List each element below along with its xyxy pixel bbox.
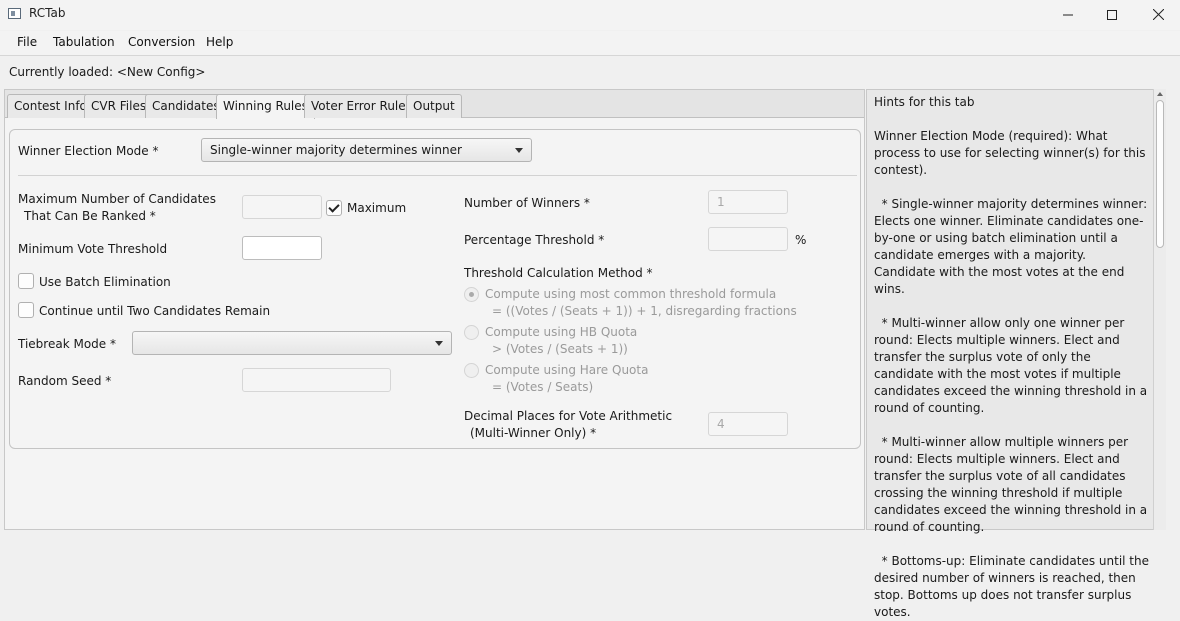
number-of-winners-input[interactable]: 1	[708, 190, 788, 214]
percentage-threshold-label: Percentage Threshold *	[464, 233, 605, 247]
continue-until-two-label: Continue until Two Candidates Remain	[39, 304, 271, 318]
random-seed-label: Random Seed *	[18, 374, 112, 388]
close-button[interactable]	[1135, 0, 1180, 30]
maximum-checkbox-label: Maximum	[347, 201, 407, 215]
menu-tabulation[interactable]: Tabulation	[53, 35, 115, 49]
threshold-common-label: Compute using most common threshold form…	[485, 287, 777, 301]
min-vote-threshold-input[interactable]	[242, 236, 322, 260]
max-candidates-label: Maximum Number of Candidates	[18, 192, 216, 206]
continue-until-two-checkbox[interactable]	[18, 302, 34, 318]
maximize-icon	[1107, 10, 1117, 20]
winner-mode-select[interactable]: Single-winner majority determines winner	[201, 138, 532, 162]
chevron-down-icon	[435, 341, 443, 346]
menu-help[interactable]: Help	[206, 35, 233, 49]
min-vote-threshold-label: Minimum Vote Threshold	[18, 242, 168, 256]
app-icon	[8, 8, 21, 19]
maximum-checkbox[interactable]	[326, 200, 342, 216]
currently-loaded-status: Currently loaded: <New Config>	[9, 65, 206, 79]
threshold-hare-formula: = (Votes / Seats)	[492, 380, 594, 394]
title-bar: RCTab	[0, 0, 1180, 30]
tab-winning-rules[interactable]: Winning Rules	[216, 94, 315, 119]
percentage-threshold-input[interactable]	[708, 227, 788, 251]
tiebreak-mode-label: Tiebreak Mode *	[18, 337, 116, 351]
tab-strip: Contest Info CVR Files Candidates Winnin…	[5, 90, 864, 119]
tab-output[interactable]: Output	[406, 94, 462, 118]
number-of-winners-label: Number of Winners *	[464, 196, 590, 210]
maximize-button[interactable]	[1089, 0, 1135, 30]
menu-conversion[interactable]: Conversion	[128, 35, 195, 49]
threshold-common-formula: = ((Votes / (Seats + 1)) + 1, disregardi…	[492, 304, 797, 318]
chevron-down-icon	[515, 148, 523, 153]
threshold-hare-label: Compute using Hare Quota	[485, 363, 649, 377]
max-candidates-label-line2: That Can Be Ranked *	[24, 209, 156, 223]
percent-unit: %	[795, 233, 807, 247]
tiebreak-mode-select[interactable]	[132, 331, 452, 355]
menu-bar: File Tabulation Conversion Help	[0, 31, 1180, 56]
threshold-hb-label: Compute using HB Quota	[485, 325, 638, 339]
threshold-hare-radio[interactable]	[464, 363, 479, 378]
hints-text: Hints for this tab Winner Election Mode …	[874, 95, 1149, 619]
decimal-places-input[interactable]: 4	[708, 412, 788, 436]
max-candidates-input[interactable]	[242, 195, 322, 219]
window-title: RCTab	[29, 6, 66, 20]
batch-elimination-checkbox[interactable]	[18, 273, 34, 289]
minimize-button[interactable]	[1045, 0, 1091, 30]
threshold-hb-formula: > (Votes / (Seats + 1))	[492, 342, 628, 356]
winner-mode-label: Winner Election Mode *	[18, 144, 159, 158]
section-divider	[18, 175, 857, 176]
tab-cvr-files[interactable]: CVR Files	[84, 94, 154, 118]
threshold-method-label: Threshold Calculation Method *	[464, 266, 653, 280]
tab-candidates[interactable]: Candidates	[145, 94, 227, 118]
threshold-hb-radio[interactable]	[464, 325, 479, 340]
close-icon	[1152, 8, 1164, 21]
decimal-places-label-line2: (Multi-Winner Only) *	[470, 426, 597, 440]
tab-contest-info[interactable]: Contest Info	[7, 94, 94, 118]
scroll-thumb[interactable]	[1156, 100, 1164, 248]
batch-elimination-label: Use Batch Elimination	[39, 275, 171, 289]
random-seed-input[interactable]	[242, 368, 391, 392]
menu-file[interactable]: File	[17, 35, 37, 49]
minimize-icon	[1063, 14, 1073, 16]
hints-pane: Hints for this tab Winner Election Mode …	[866, 89, 1166, 619]
decimal-places-label: Decimal Places for Vote Arithmetic	[464, 409, 673, 423]
scroll-up-icon[interactable]	[1157, 92, 1163, 96]
tab-voter-error-rules[interactable]: Voter Error Rules	[304, 94, 419, 118]
hints-scrollbar[interactable]	[1153, 89, 1166, 530]
threshold-common-radio[interactable]	[464, 287, 479, 302]
winner-mode-value: Single-winner majority determines winner	[210, 143, 462, 157]
